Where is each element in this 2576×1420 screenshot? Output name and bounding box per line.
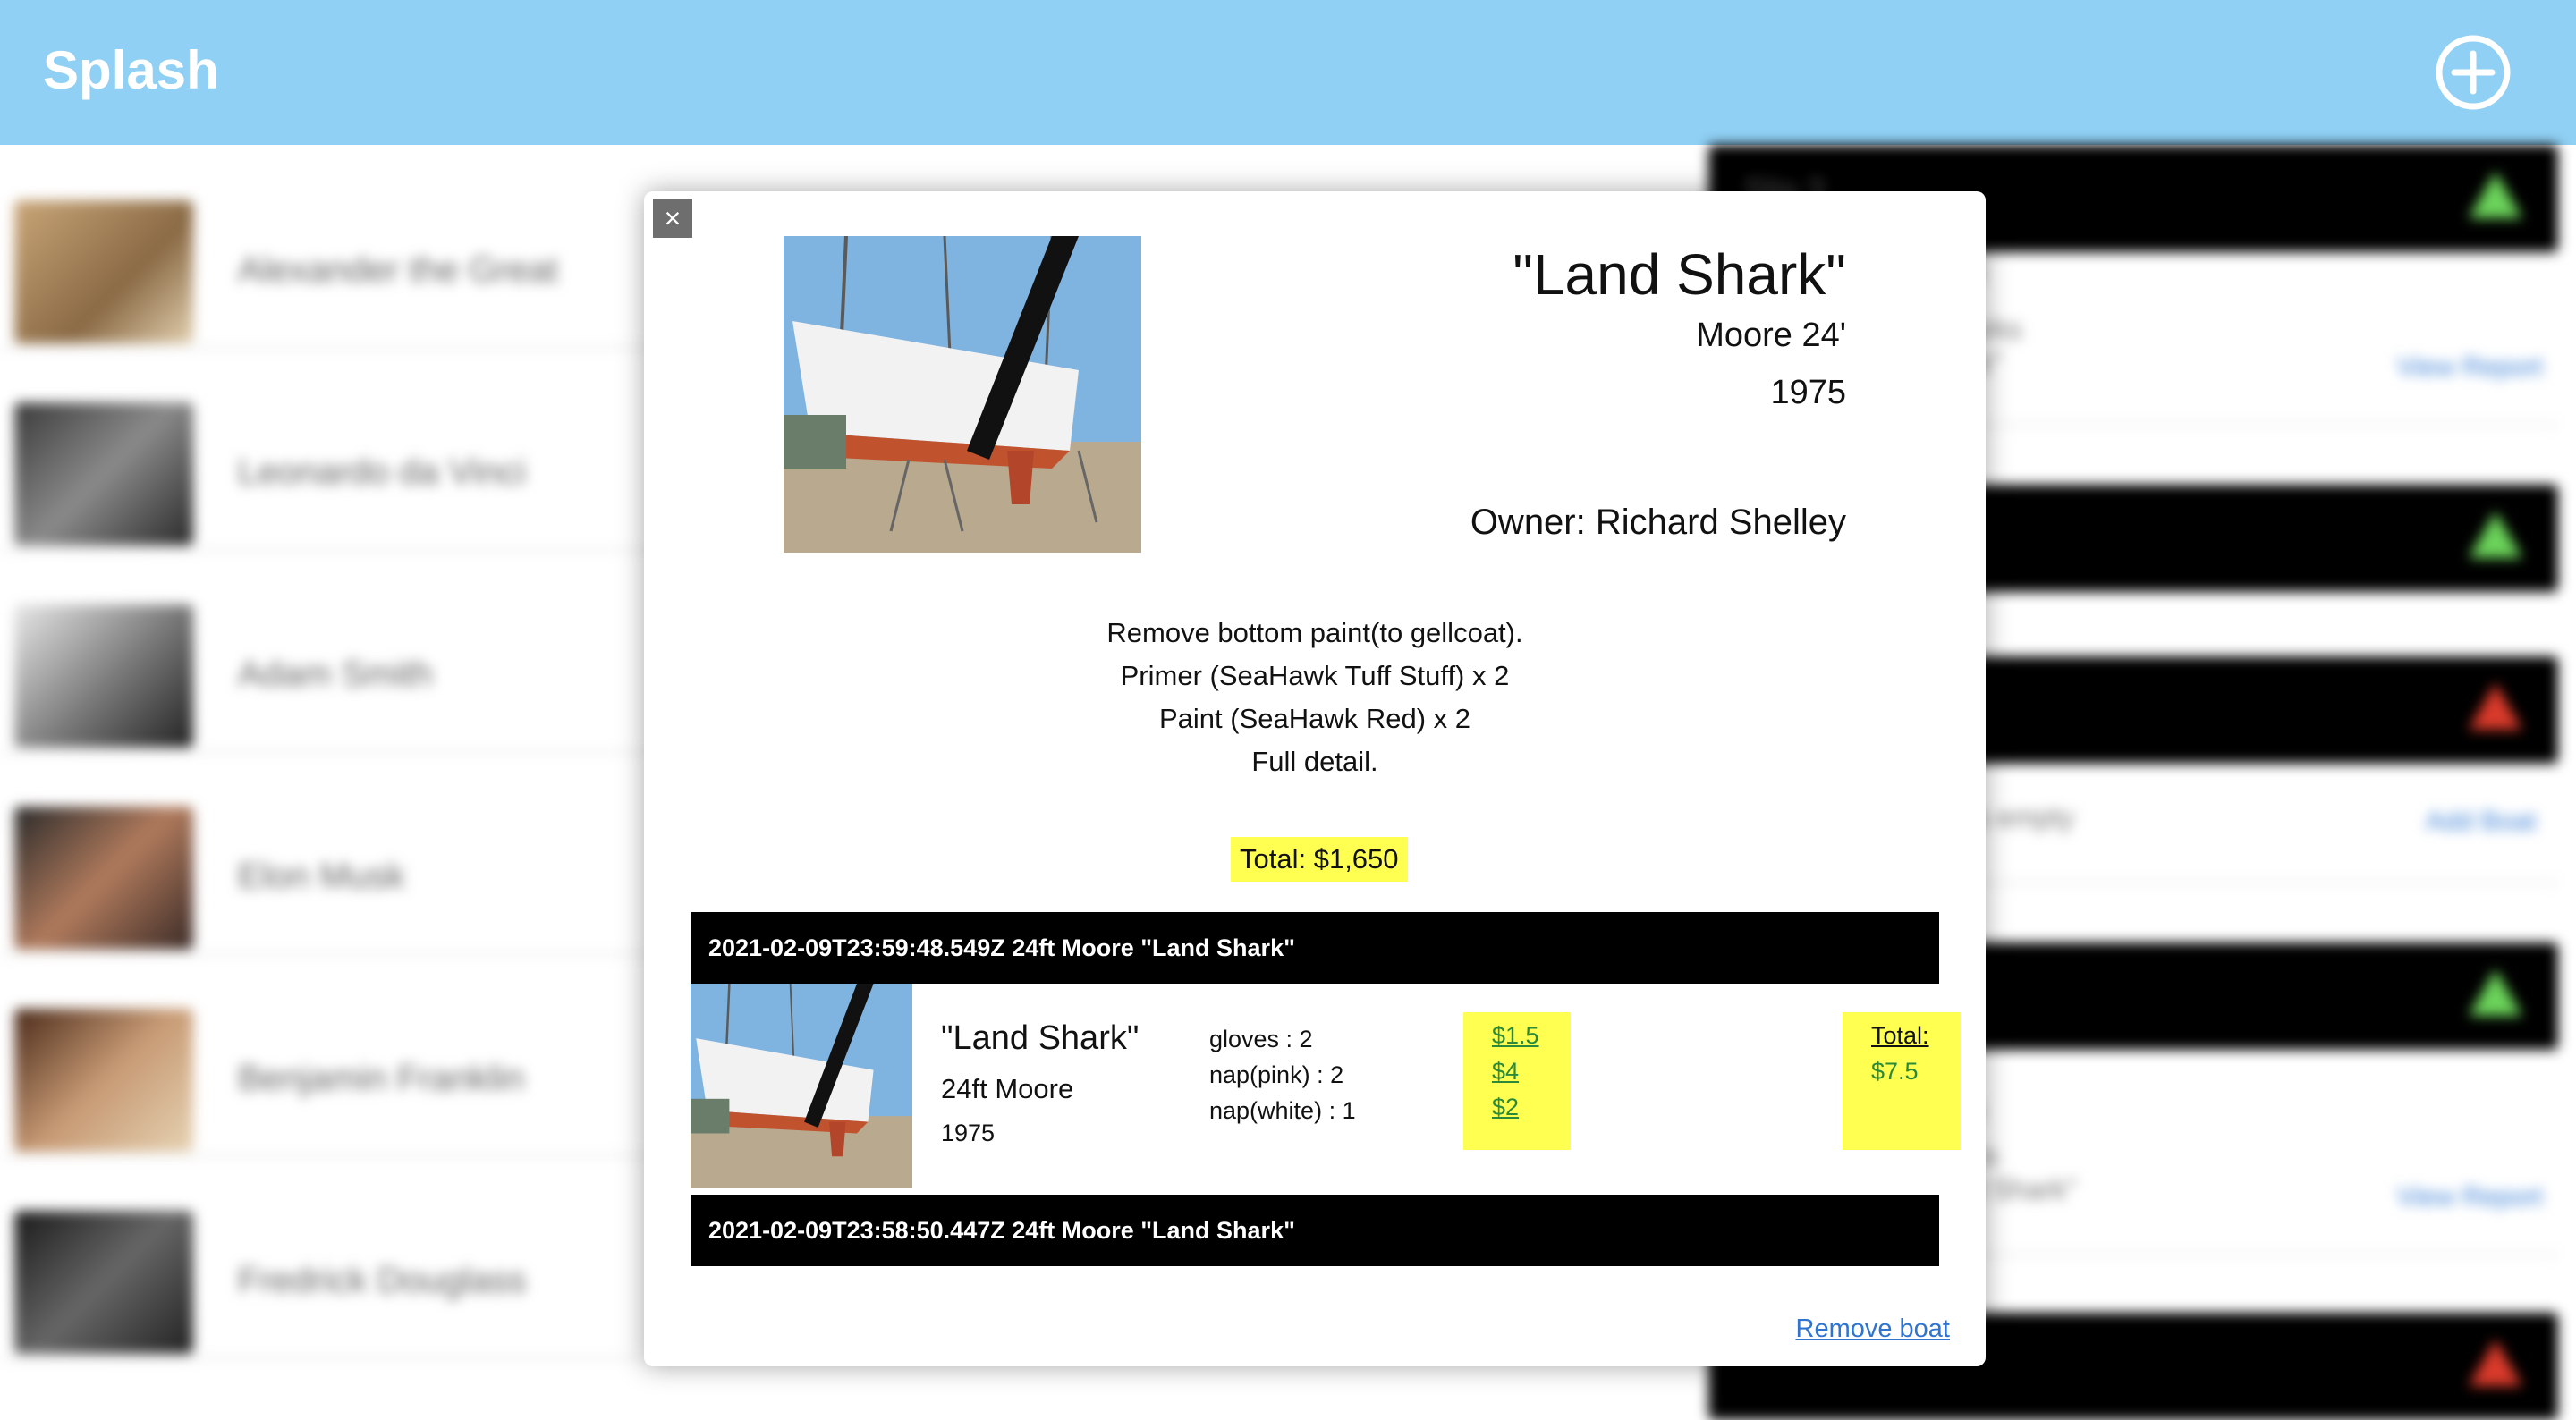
total-badge: Total: $1,650 (1231, 837, 1408, 882)
job-total-value: $7.5 (1871, 1058, 1919, 1085)
description-line: Paint (SeaHawk Red) x 2 (1158, 703, 1471, 734)
supply-item: gloves : 2 (1209, 1026, 1313, 1052)
work-description: Remove bottom paint(to gellcoat). Primer… (644, 612, 1986, 783)
person-list-item: Alexander the Great (0, 145, 680, 349)
status-up-icon (2469, 683, 2522, 730)
price-link[interactable]: $1.5 (1492, 1018, 1571, 1053)
person-avatar (14, 1009, 193, 1152)
job-header[interactable]: 2021-02-09T23:59:48.549Z 24ft Moore "Lan… (691, 912, 1939, 984)
person-avatar (14, 200, 193, 343)
person-name: Benjamin Franklin (238, 1059, 525, 1098)
price-link[interactable]: $4 (1492, 1053, 1571, 1089)
view-report-link[interactable]: View Report (2397, 1182, 2543, 1213)
job-detail-row: "Land Shark" 24ft Moore 1975 gloves : 2 … (691, 984, 1961, 1191)
boat-year: 1975 (1770, 374, 1846, 411)
job-header[interactable]: 2021-02-09T23:58:50.447Z 24ft Moore "Lan… (691, 1195, 1939, 1266)
app-title: Splash (43, 40, 219, 100)
boat-photo (784, 236, 1141, 553)
description-line: Remove bottom paint(to gellcoat). (1106, 617, 1523, 648)
description-line: Full detail. (1251, 746, 1378, 777)
boat-detail-modal: × "Land Shark" Moore 24' 1975 Owner: Ric… (644, 191, 1986, 1366)
person-avatar (14, 1211, 193, 1354)
person-list-item: Elon Musk (0, 751, 680, 955)
view-report-link[interactable]: View Report (2397, 352, 2543, 383)
price-link[interactable]: $2 (1492, 1089, 1571, 1125)
supply-item: nap(pink) : 2 (1209, 1061, 1344, 1088)
boat-model: Moore 24' (1696, 317, 1846, 354)
person-name: Adam Smith (238, 655, 433, 694)
supply-item: nap(white) : 1 (1209, 1097, 1356, 1124)
description-line: Primer (SeaHawk Tuff Stuff) x 2 (1120, 660, 1510, 691)
price-list: $1.5 $4 $2 (1463, 1012, 1571, 1150)
status-up-icon (2469, 511, 2522, 558)
person-name: Fredrick Douglass (238, 1261, 527, 1300)
person-name: Elon Musk (238, 857, 405, 896)
person-list-item: Adam Smith (0, 549, 680, 753)
person-name: Alexander the Great (238, 250, 558, 290)
person-list-item: Leonardo da Vinci (0, 347, 680, 551)
person-list-item: Benjamin Franklin (0, 953, 680, 1157)
person-avatar (14, 402, 193, 545)
person-avatar (14, 604, 193, 748)
boat-name: "Land Shark" (1513, 242, 1846, 307)
boat-owner: Owner: Richard Shelley (1470, 503, 1846, 542)
job-boat-model: 24ft Moore (941, 1073, 1074, 1104)
job-total: Total: $7.5 (1843, 1012, 1961, 1150)
job-boat-year: 1975 (941, 1120, 996, 1146)
add-icon[interactable] (2435, 34, 2512, 111)
job-boat-thumbnail (691, 984, 912, 1188)
person-name: Leonardo da Vinci (238, 452, 526, 492)
supplies-list: gloves : 2 nap(pink) : 2 nap(white) : 1 (1209, 1021, 1356, 1128)
person-list-item: Fredrick Douglass (0, 1155, 680, 1359)
add-boat-link[interactable]: Add Boat (2426, 807, 2536, 837)
close-button[interactable]: × (653, 199, 692, 238)
status-up-icon (2469, 969, 2522, 1016)
job-boat-name: "Land Shark" (941, 1019, 1140, 1057)
status-up-icon (2469, 172, 2522, 218)
status-up-icon (2469, 1340, 2522, 1386)
person-avatar (14, 807, 193, 950)
remove-boat-link[interactable]: Remove boat (1796, 1314, 1951, 1344)
job-total-label: Total: (1871, 1022, 1929, 1049)
app-header: Splash (0, 0, 2576, 145)
